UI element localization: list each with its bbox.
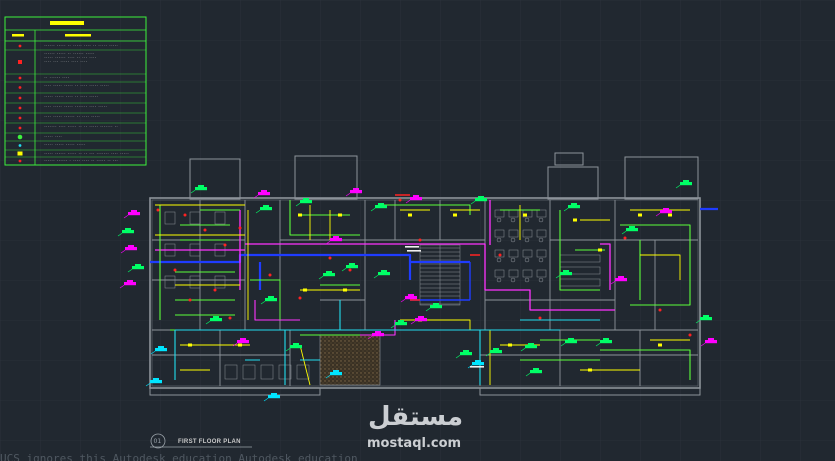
- device-dot: [213, 288, 217, 292]
- light-fixture: [588, 368, 592, 372]
- device-dot: [238, 226, 242, 230]
- device-dot: [688, 333, 692, 337]
- legend-row-text: ---- ----- ------ -- ---- -----: [44, 114, 100, 118]
- device-dot: [183, 213, 187, 217]
- red-dot-icon: [18, 159, 22, 163]
- light-fixture: [338, 213, 342, 217]
- device-dot: [623, 236, 627, 240]
- device-dot: [498, 253, 502, 257]
- device-dot: [298, 296, 302, 300]
- red-dot-icon: [18, 44, 22, 48]
- legend-row-text: ------ ----- -- ----- ---- -- -.-.- ----…: [44, 43, 118, 47]
- red-square-icon: [18, 60, 22, 64]
- legend-row-text: ----- ----- ---- -- ---- -----: [44, 94, 98, 98]
- legend-row-text: ---- --- ----- ---- ----: [44, 59, 88, 63]
- title-text: FIRST FLOOR PLAN: [178, 439, 241, 445]
- light-fixture: [188, 343, 192, 347]
- device-dot: [156, 208, 160, 212]
- legend-row-text: ---- ----- ----- -- ---- ----- -----: [44, 83, 109, 87]
- light-fixture: [508, 343, 512, 347]
- device-dot: [538, 316, 542, 320]
- device-dot: [658, 308, 662, 312]
- legend-row-text: ------ ------ - ---- ---- -- ----- -- --…: [44, 158, 118, 162]
- watermark: مستقل mostaql.com: [367, 402, 463, 451]
- device-dot: [398, 198, 402, 202]
- watermark-latin: mostaql.com: [367, 436, 461, 451]
- red-dot-icon: [18, 96, 22, 100]
- legend-col-symbol-header: [12, 34, 24, 37]
- red-dot-icon: [18, 86, 22, 89]
- green-circle-icon: [17, 134, 23, 140]
- legend-row-text: ----- ------ ----- -- -- --- ------- ---…: [44, 151, 129, 155]
- light-fixture: [638, 213, 642, 217]
- light-fixture: [573, 218, 577, 222]
- annotation-text: [470, 366, 484, 368]
- legend-col-desc-header: [65, 34, 91, 37]
- device-dot: [328, 256, 332, 260]
- light-fixture: [598, 248, 602, 252]
- device-dot: [418, 238, 422, 242]
- red-dot-icon: [18, 116, 22, 120]
- annotation-text: [407, 250, 421, 252]
- light-fixture: [408, 213, 412, 217]
- yellow-box-icon: [17, 151, 23, 156]
- bottom-overlay-text: UCS ignores this Autodesk education Auto…: [0, 452, 358, 461]
- legend-title-bar: [50, 21, 84, 25]
- annotation-text: [405, 246, 419, 248]
- light-fixture: [523, 213, 527, 217]
- light-fixture: [668, 213, 672, 217]
- device-dot: [268, 273, 272, 277]
- device-dot: [188, 298, 192, 302]
- legend-row-text: ---- ----- ----- ------- ---- -----: [44, 104, 107, 108]
- device-dot: [203, 228, 207, 232]
- hatched-area: [319, 334, 381, 386]
- device-dot: [228, 316, 232, 320]
- light-fixture: [453, 213, 457, 217]
- legend-row-text: -- ------ ----: [44, 75, 69, 79]
- legend-row-text: ------- ---- ----- -- -- ----- ------- -…: [44, 124, 118, 128]
- title-number: 01: [154, 438, 162, 445]
- light-fixture: [658, 343, 662, 347]
- light-fixture: [298, 213, 302, 217]
- red-dot-icon: [18, 126, 22, 130]
- light-fixture: [303, 288, 307, 292]
- cyan-dot-icon: [18, 144, 22, 147]
- red-dot-icon: [18, 106, 22, 110]
- legend-row-text: ----- ----- ----- -----: [44, 142, 86, 146]
- device-dot: [173, 268, 177, 272]
- device-dot: [348, 268, 352, 272]
- device-dot: [223, 243, 227, 247]
- watermark-arabic: مستقل: [368, 402, 463, 432]
- legend-row-text: ----- ----: [44, 134, 62, 138]
- red-dot-icon: [18, 76, 22, 80]
- light-fixture: [238, 343, 242, 347]
- cad-drawing-canvas: ------ ----- -- ----- ---- -- -.-.- ----…: [0, 0, 835, 461]
- light-fixture: [343, 288, 347, 292]
